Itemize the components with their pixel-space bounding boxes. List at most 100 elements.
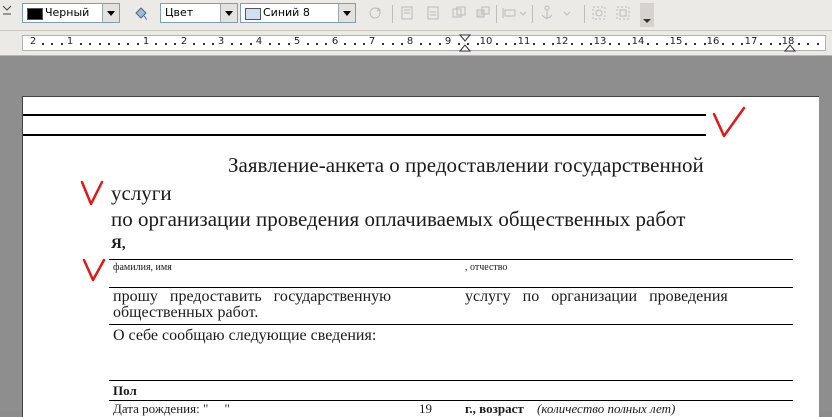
ruler-tick [240, 43, 242, 45]
indent-marker-icon[interactable] [458, 34, 472, 56]
ruler-number: 5 [293, 36, 301, 47]
ruler-tick [99, 43, 101, 45]
applicant-prefix: Я, [111, 236, 126, 252]
document-page[interactable]: Заявление-анкета о предоставлении госуда… [22, 96, 819, 417]
area-fill-icon[interactable] [132, 4, 150, 22]
ruler-tick [685, 43, 687, 45]
ruler-tick [779, 43, 781, 45]
ruler-number: 14 [631, 36, 645, 47]
ruler-tick [382, 43, 384, 45]
ungroup-icon[interactable] [614, 4, 632, 22]
ruler-tick [250, 43, 252, 45]
table-rule [109, 380, 793, 381]
ruler-tick [165, 43, 167, 45]
birth-date-label: Дата рождения: " " [113, 401, 230, 416]
right-indent-marker-icon[interactable] [783, 34, 797, 56]
ruler-number: 1 [66, 36, 74, 47]
ruler-number: 15 [669, 36, 683, 47]
ruler-tick [590, 43, 592, 45]
ruler-tick [496, 43, 498, 45]
ruler-tick [80, 43, 82, 45]
chevron-down-icon[interactable] [338, 4, 355, 22]
fill-mode-label: Цвет [165, 6, 194, 19]
ruler-tick [137, 43, 139, 45]
form-title-line3: по организации проведения оплачиваемых о… [111, 207, 686, 231]
ruler-tick [231, 43, 233, 45]
ruler-tick [477, 43, 479, 45]
birth-year-prefix: 19 [419, 401, 432, 416]
ruler-number: 9 [444, 36, 452, 47]
table-rule [109, 259, 793, 260]
ruler-number: 11 [517, 36, 531, 47]
ruler-number: 13 [593, 36, 607, 47]
ruler-tick [203, 43, 205, 45]
drawing-toolbar: Черный Цвет Синий 8 [0, 0, 832, 31]
toolbar-collapse-handle[interactable] [0, 2, 14, 24]
group-icon[interactable] [590, 4, 608, 22]
anchor-icon[interactable] [538, 4, 574, 22]
ruler-tick [401, 43, 403, 45]
ruler-tick [316, 43, 318, 45]
ruler-tick [694, 43, 696, 45]
ruler-tick [278, 43, 280, 45]
ruler-number: 2 [180, 36, 188, 47]
fill-mode-select[interactable]: Цвет [160, 3, 238, 23]
ruler-number: 7 [368, 36, 376, 47]
ruler-tick [618, 43, 620, 45]
align-icon[interactable] [500, 4, 528, 22]
ruler-tick [89, 43, 91, 45]
fill-color-swatch [245, 8, 261, 20]
request-text-right-line1: услугу по организации проведения [465, 288, 728, 305]
ruler-tick [439, 43, 441, 45]
red-check-mark-icon [79, 179, 105, 209]
ruler-number: 3 [217, 36, 225, 47]
bring-forward-icon[interactable] [398, 4, 416, 22]
ruler-number: 8 [406, 36, 414, 47]
ruler-tick [704, 43, 706, 45]
ruler-tick [760, 43, 762, 45]
ruler-tick [581, 43, 583, 45]
ruler-tick [51, 43, 53, 45]
line-color-select[interactable]: Черный [22, 3, 120, 23]
ruler-tick [741, 43, 743, 45]
chevron-down-icon[interactable] [102, 4, 119, 22]
ruler-tick [798, 43, 800, 45]
toolbar-overflow-icon[interactable] [640, 3, 654, 27]
ruler-tick [732, 43, 734, 45]
ruler-tick [269, 43, 271, 45]
ruler-tick [127, 43, 129, 45]
toolbar-separator [392, 5, 393, 23]
ruler-tick [420, 43, 422, 45]
wrap-icon[interactable] [450, 4, 468, 22]
rotate-icon[interactable] [366, 4, 384, 22]
form-title-line2: услуги [111, 181, 172, 205]
ruler-tick [174, 43, 176, 45]
ruler-tick [108, 43, 110, 45]
horizontal-ruler[interactable]: 2 1 1 2 3 4 5 6 7 8 9 10 11 12 13 14 15 16 17 18 [0, 31, 832, 56]
send-backward-icon[interactable] [424, 4, 442, 22]
ruler-tick [61, 43, 63, 45]
patronymic-caption: , отчество [465, 262, 508, 273]
toolbar-separator [532, 5, 533, 23]
red-check-mark-icon [711, 105, 747, 141]
ruler-tick [505, 43, 507, 45]
age-note: (количество полных лет) [537, 401, 676, 416]
chevron-down-icon[interactable] [220, 4, 237, 22]
ruler-tick [193, 43, 195, 45]
ruler-tick [514, 43, 516, 45]
ruler-tick [817, 43, 819, 45]
name-caption: фамилия, имя [113, 262, 172, 273]
toolbar-separator [496, 5, 497, 23]
ruler-tick [770, 43, 772, 45]
ruler-tick [325, 43, 327, 45]
arrange-icon[interactable] [474, 4, 492, 22]
ruler-number: 2 [29, 36, 37, 47]
ruler-tick [344, 43, 346, 45]
ruler-tick [666, 43, 668, 45]
ruler-tick [392, 43, 394, 45]
ruler-number: 10 [479, 36, 493, 47]
ruler-tick [609, 43, 611, 45]
fill-color-select[interactable]: Синий 8 [240, 3, 356, 23]
request-text-left-line2: общественных работ. [113, 304, 259, 321]
about-heading: О себе сообщаю следующие сведения: [113, 327, 377, 344]
